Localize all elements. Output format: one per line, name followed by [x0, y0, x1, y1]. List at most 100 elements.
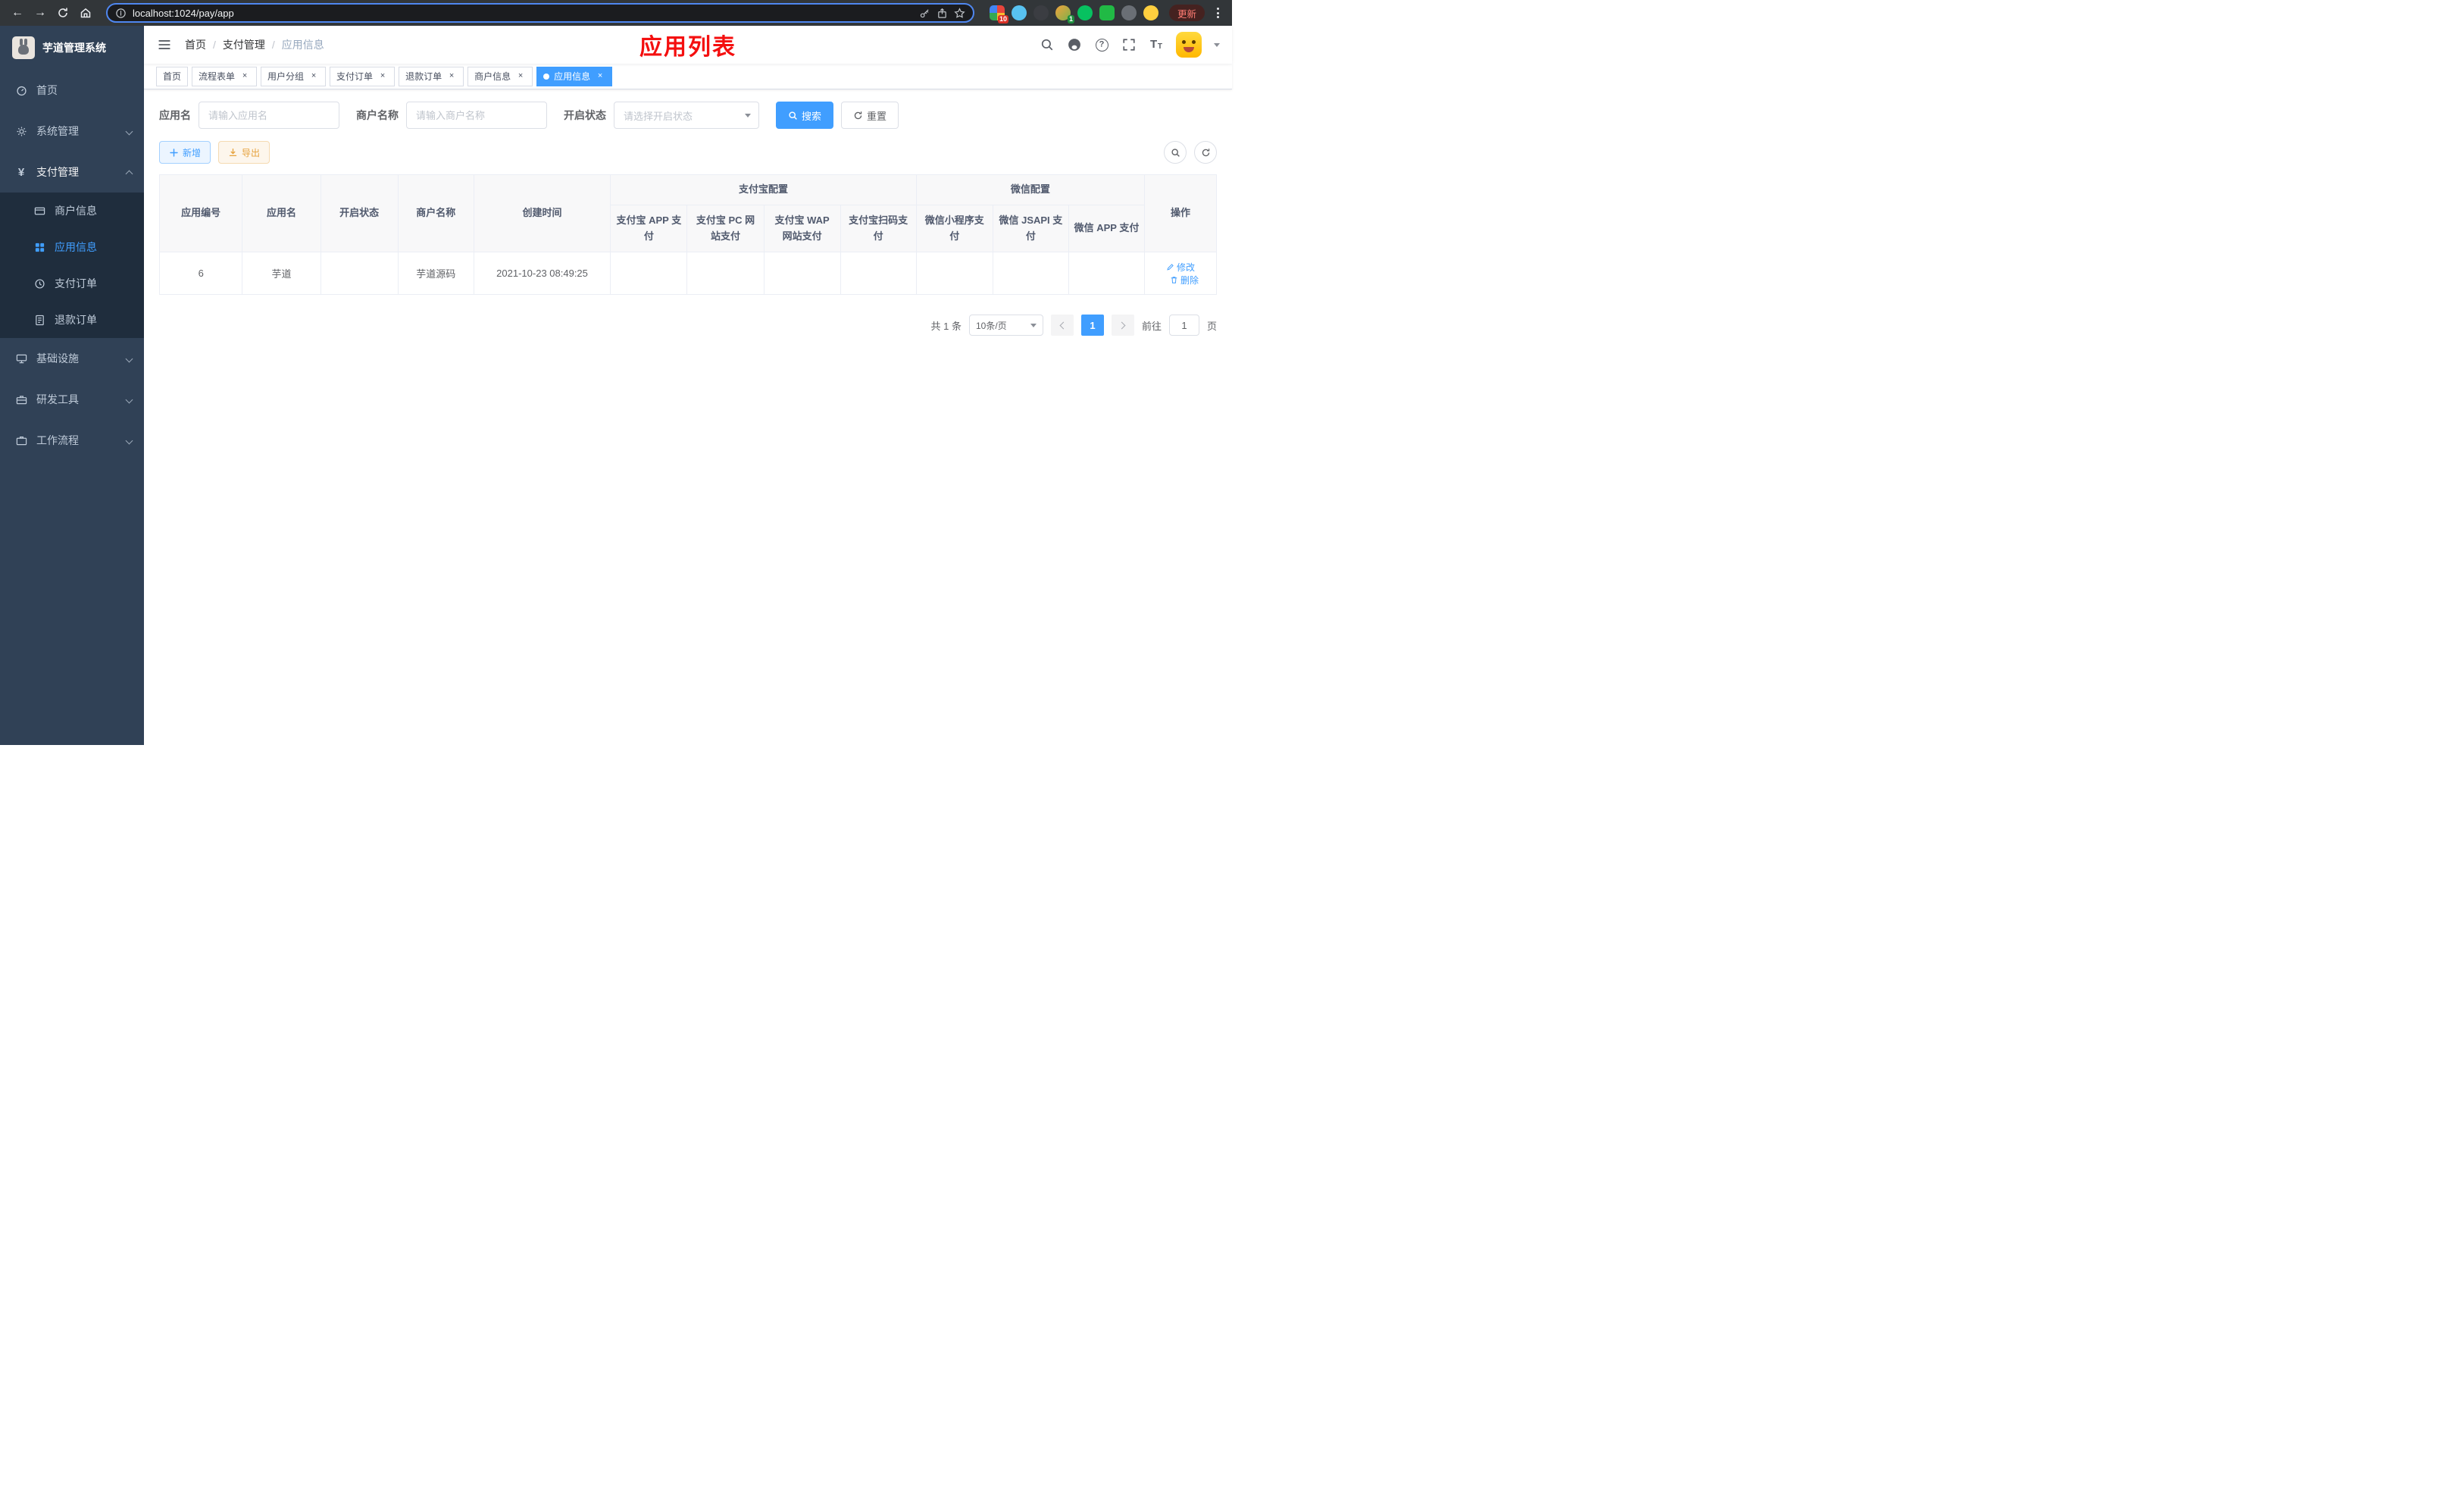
search-button[interactable]: 搜索 — [776, 102, 834, 129]
extension-icon[interactable] — [1011, 5, 1027, 20]
cell-created: 2021-10-23 08:49:25 — [473, 252, 611, 295]
search-icon[interactable] — [1040, 37, 1055, 52]
payment-submenu: 商户信息 应用信息 支付订单 退款订单 — [0, 193, 144, 338]
puzzle-extension-icon[interactable] — [1121, 5, 1137, 20]
url-text[interactable]: localhost:1024/pay/app — [133, 8, 913, 19]
col-header-created: 创建时间 — [473, 174, 611, 252]
tab-merchant-info[interactable]: 商户信息 — [467, 66, 533, 86]
merchant-name-label: 商户名称 — [356, 109, 399, 121]
col-header-app-name: 应用名 — [242, 174, 321, 252]
chevron-down-icon — [745, 113, 751, 117]
app-name-input[interactable] — [199, 102, 339, 129]
cell-merchant: 芋道源码 — [397, 252, 474, 295]
chevron-down-icon — [125, 437, 133, 444]
close-icon[interactable] — [239, 71, 250, 82]
breadcrumb-payment[interactable]: 支付管理 — [223, 37, 265, 52]
close-icon[interactable] — [515, 71, 526, 82]
col-header-wx-mini: 微信小程序支付 — [915, 205, 993, 252]
card-icon — [33, 205, 45, 217]
sidebar-item-payment[interactable]: 支付管理 — [0, 152, 144, 193]
table-toolbar: 新增 导出 — [159, 141, 1217, 164]
reset-button[interactable]: 重置 — [841, 102, 899, 129]
breadcrumb-separator — [272, 39, 275, 51]
key-icon[interactable] — [919, 8, 930, 19]
sidebar-item-merchant-info[interactable]: 商户信息 — [0, 193, 144, 229]
logo-image — [12, 36, 35, 59]
bookmark-star-icon[interactable] — [954, 7, 965, 19]
extension-icon[interactable] — [1077, 5, 1093, 20]
chevron-down-icon — [1030, 323, 1037, 327]
next-page-button[interactable] — [1111, 315, 1134, 336]
status-label: 开启状态 — [564, 109, 606, 121]
extension-icon[interactable]: 1 — [1055, 5, 1074, 23]
tab-process-form[interactable]: 流程表单 — [192, 66, 258, 86]
close-icon[interactable] — [446, 71, 457, 82]
extension-badge: 1 — [1067, 15, 1074, 23]
address-bar[interactable]: localhost:1024/pay/app — [106, 3, 974, 23]
tags-view: 首页 流程表单 用户分组 支付订单 退款订单 商户信息 应用信息 — [144, 64, 1232, 89]
tab-pay-order[interactable]: 支付订单 — [330, 66, 396, 86]
merchant-name-input[interactable] — [406, 102, 547, 129]
site-info-icon[interactable] — [115, 8, 127, 19]
close-icon[interactable] — [377, 71, 388, 82]
toggle-search-button[interactable] — [1164, 141, 1187, 164]
close-icon[interactable] — [595, 71, 605, 82]
sidebar-item-label: 支付订单 — [55, 277, 97, 290]
sidebar-item-refund-order[interactable]: 退款订单 — [0, 302, 144, 338]
active-dot — [543, 73, 550, 80]
home-icon[interactable] — [76, 3, 95, 23]
close-icon[interactable] — [308, 71, 319, 82]
sidebar-item-app-info[interactable]: 应用信息 — [0, 229, 144, 265]
edit-button[interactable]: 修改 — [1166, 261, 1195, 274]
pagination: 共 1 条 10条/页 1 前往 页 — [159, 315, 1217, 336]
sidebar-item-dev-tools[interactable]: 研发工具 — [0, 379, 144, 420]
page-number-1[interactable]: 1 — [1080, 315, 1104, 336]
prev-page-button[interactable] — [1050, 315, 1074, 336]
delete-button[interactable]: 删除 — [1170, 274, 1199, 286]
user-avatar[interactable] — [1176, 32, 1202, 58]
sidebar-item-infra[interactable]: 基础设施 — [0, 338, 144, 379]
help-icon[interactable] — [1094, 37, 1109, 52]
emoji-extension-icon[interactable] — [1143, 5, 1159, 20]
status-select[interactable]: 请选择开启状态 — [614, 102, 759, 129]
back-icon[interactable]: ← — [8, 3, 27, 23]
chrome-update-button[interactable]: 更新 — [1168, 5, 1205, 21]
extension-icon[interactable]: 10 — [989, 5, 1008, 23]
goto-page-input[interactable] — [1168, 315, 1199, 336]
breadcrumb-home[interactable]: 首页 — [185, 37, 206, 52]
sidebar-item-system[interactable]: 系统管理 — [0, 111, 144, 152]
add-button[interactable]: 新增 — [159, 141, 211, 164]
page-size-select[interactable]: 10条/页 — [968, 315, 1043, 336]
sidebar-toggle-icon[interactable] — [156, 36, 173, 53]
tab-user-group[interactable]: 用户分组 — [261, 66, 327, 86]
gear-icon — [15, 125, 27, 137]
col-header-merchant: 商户名称 — [397, 174, 474, 252]
sidebar-item-home[interactable]: 首页 — [0, 70, 144, 111]
app-logo[interactable]: 芋道管理系统 — [0, 26, 144, 70]
sidebar-item-label: 研发工具 — [36, 393, 79, 405]
sidebar-item-label: 基础设施 — [36, 352, 79, 365]
refresh-table-button[interactable] — [1194, 141, 1217, 164]
reload-icon[interactable] — [53, 3, 73, 23]
extension-icon[interactable] — [1099, 5, 1115, 20]
sidebar-item-pay-order[interactable]: 支付订单 — [0, 265, 144, 302]
tab-refund-order[interactable]: 退款订单 — [399, 66, 464, 86]
tab-home[interactable]: 首页 — [156, 66, 189, 86]
col-header-ops: 操作 — [1144, 174, 1217, 252]
tab-app-info[interactable]: 应用信息 — [536, 66, 613, 86]
col-header-app-id: 应用编号 — [158, 174, 243, 252]
extension-badge: 10 — [997, 15, 1008, 23]
font-size-icon[interactable] — [1149, 37, 1164, 52]
forward-icon[interactable]: → — [30, 3, 50, 23]
github-icon[interactable] — [1067, 37, 1082, 52]
app-title: 芋道管理系统 — [42, 42, 106, 54]
sidebar-item-workflow[interactable]: 工作流程 — [0, 420, 144, 461]
browser-menu-icon[interactable] — [1211, 5, 1224, 21]
export-button[interactable]: 导出 — [218, 141, 270, 164]
extension-icon[interactable] — [1033, 5, 1049, 20]
share-icon[interactable] — [937, 8, 948, 19]
user-menu-caret-icon[interactable] — [1214, 42, 1220, 47]
fullscreen-icon[interactable] — [1121, 37, 1137, 52]
chevron-down-icon — [125, 355, 133, 362]
col-header-alipay-app: 支付宝 APP 支付 — [610, 205, 688, 252]
